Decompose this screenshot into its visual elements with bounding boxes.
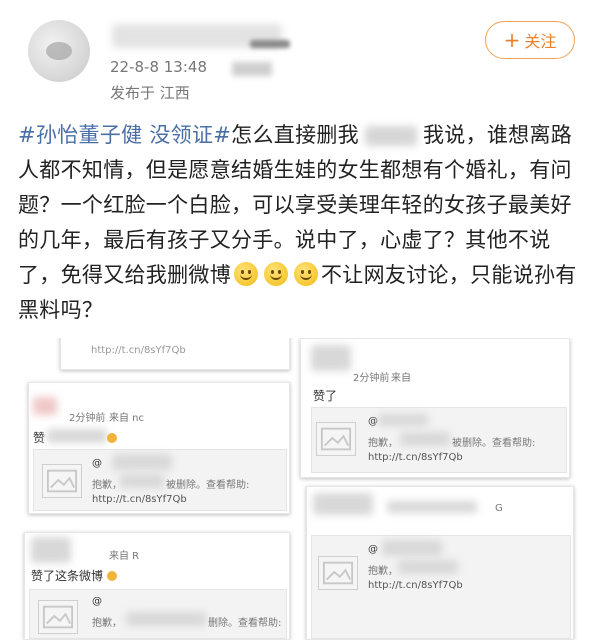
username-blurred-fragment: [250, 40, 290, 48]
post-region: 发布于 江西: [110, 84, 190, 102]
screenshot-1[interactable]: http://t.cn/8sYf7Qb: [60, 338, 290, 370]
screenshot-comment: 赞了: [313, 389, 338, 403]
screenshot-5[interactable]: 来自 R 赞了这条微博 @ 抱歉， 删除。查看帮助:: [24, 532, 290, 640]
help-link[interactable]: http://t.cn/8sYf7Qb: [92, 494, 187, 505]
screenshot-2[interactable]: 2分钟前 来自 赞了 @ 抱歉， 被删除。查看帮助: http://t.cn/8…: [300, 338, 570, 478]
deleted-notice-2: 被删除。查看帮助:: [166, 480, 250, 491]
hashtag-link[interactable]: #孙怡董子健 没领证#: [18, 123, 231, 147]
post-body: #孙怡董子健 没领证#怎么直接删我 我说，谁想离路人都不知情，但是愿意结婚生娃的女…: [18, 118, 584, 328]
help-link[interactable]: http://t.cn/8sYf7Qb: [368, 580, 463, 591]
plus-icon: +: [503, 28, 521, 52]
at-mark: @: [368, 544, 378, 555]
image-placeholder-icon: [42, 464, 82, 498]
smile-emoji-icon: [234, 262, 258, 286]
at-mark: @: [92, 596, 102, 607]
image-placeholder-icon: [38, 600, 78, 634]
screenshot-source: 来自: [391, 373, 411, 384]
screenshot-4[interactable]: G @ 抱歉， http://t.cn/8sYf7Qb: [306, 486, 574, 640]
screenshot-tag: G: [495, 503, 503, 514]
post-date: 22-8-8 13:48: [110, 58, 207, 76]
deleted-notice: 抱歉，: [368, 438, 398, 449]
smile-emoji-icon: [264, 262, 288, 286]
avatar[interactable]: [28, 20, 90, 82]
source-blurred: [232, 62, 272, 76]
help-link[interactable]: http://t.cn/8sYf7Qb: [368, 452, 463, 463]
deleted-notice-2: 被删除。查看帮助:: [452, 438, 536, 449]
post-header: 22-8-8 13:48 发布于 江西 + 关注: [0, 0, 598, 110]
screenshot-source: 来自 R: [109, 551, 140, 562]
deleted-post-card: @ 抱歉， 被删除。查看帮助: http://t.cn/8sYf7Qb: [33, 449, 287, 511]
at-mark: @: [368, 416, 378, 427]
image-placeholder-icon: [318, 556, 358, 590]
deleted-post-card: @ 抱歉， http://t.cn/8sYf7Qb: [311, 535, 571, 639]
attached-screenshots: http://t.cn/8sYf7Qb 2分钟前 来自 赞了 @ 抱歉， 被删除…: [0, 338, 598, 640]
deleted-notice: 抱歉，: [368, 566, 398, 577]
vip-badge-icon: [107, 433, 117, 443]
screenshot-time: 2分钟前: [353, 373, 390, 384]
post-text-1: 怎么直接删我: [231, 123, 359, 147]
deleted-notice-2: 删除。查看帮助:: [208, 618, 282, 629]
screenshot-source: 来自 nc: [109, 413, 145, 424]
vip-badge-icon: [107, 571, 117, 581]
deleted-post-card: @ 抱歉， 删除。查看帮助:: [29, 589, 287, 639]
at-mark: @: [92, 458, 102, 469]
screenshot-link: http://t.cn/8sYf7Qb: [91, 345, 186, 356]
deleted-notice: 抱歉，: [92, 480, 122, 491]
deleted-post-card: @ 抱歉， 被删除。查看帮助: http://t.cn/8sYf7Qb: [311, 407, 567, 473]
image-placeholder-icon: [316, 422, 356, 456]
follow-label: 关注: [524, 32, 557, 51]
screenshot-time: 2分钟前: [69, 413, 106, 424]
screenshot-comment: 赞: [33, 431, 46, 445]
smile-emoji-icon: [294, 262, 318, 286]
screenshot-comment: 赞了这条微博: [31, 569, 104, 583]
deleted-notice: 抱歉，: [92, 618, 122, 629]
blurred-name: [364, 126, 417, 146]
screenshot-3[interactable]: 2分钟前 来自 nc 赞 @ 抱歉， 被删除。查看帮助: http://t.cn…: [28, 382, 290, 514]
follow-button[interactable]: + 关注: [485, 21, 575, 59]
